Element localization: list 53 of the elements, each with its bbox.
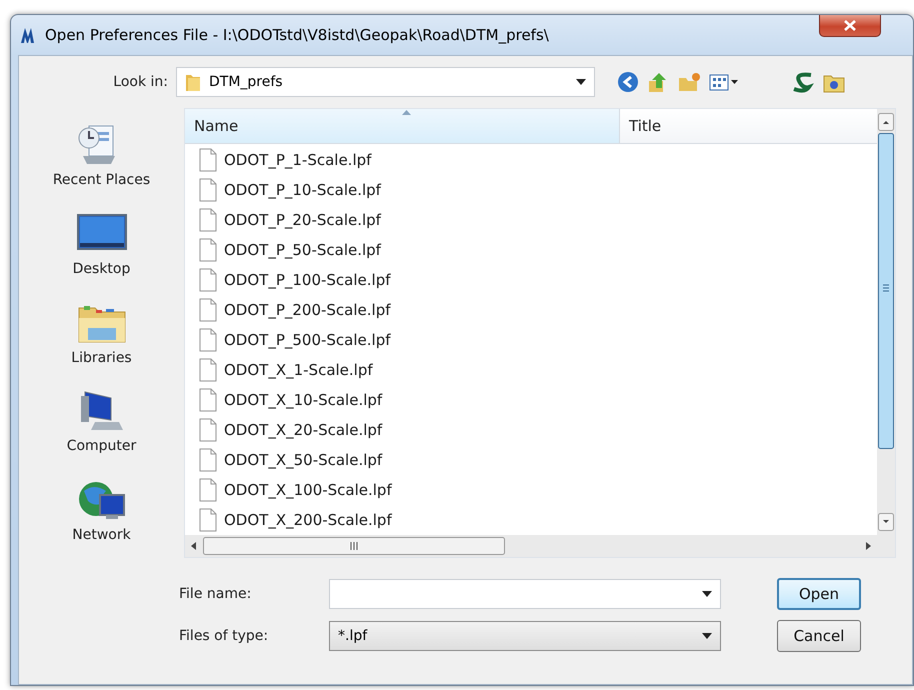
dialog-button[interactable]: Cancel (777, 620, 861, 652)
document-icon (199, 358, 217, 382)
sidebar-item[interactable]: Network (72, 469, 131, 558)
sidebar-item[interactable]: Desktop (72, 202, 130, 292)
caret-icon (702, 633, 712, 639)
scrollbar-thumb[interactable] (878, 133, 894, 449)
close-icon (844, 20, 856, 31)
dialog-button[interactable]: Open (777, 578, 861, 610)
file-item[interactable]: ODOT_X_20-Scale.lpf (185, 415, 605, 445)
look-in-label: Look in: (112, 74, 169, 90)
document-icon (199, 388, 217, 412)
file-item[interactable]: ODOT_P_500-Scale.lpf (185, 325, 605, 355)
document-icon (199, 478, 217, 502)
window-title: Open Preferences File - I:\ODOTstd\V8istd\Geopak\Road\DTM_prefs\ (45, 26, 549, 44)
document-icon (199, 418, 217, 442)
document-icon (199, 238, 217, 262)
file-item[interactable]: ODOT_P_10-Scale.lpf (185, 175, 605, 205)
scroll-down-icon[interactable] (878, 513, 894, 531)
file-item[interactable]: ODOT_X_100-Scale.lpf (185, 475, 605, 505)
file-item[interactable]: ODOT_P_100-Scale.lpf (185, 265, 605, 295)
document-icon (199, 178, 217, 202)
caret-icon (576, 79, 586, 85)
sidebar-item[interactable]: Recent Places (52, 114, 150, 203)
folder-icon (185, 72, 201, 92)
file-item[interactable]: ODOT_X_1-Scale.lpf (185, 355, 605, 385)
document-icon (199, 268, 217, 292)
document-icon (199, 328, 217, 352)
sidebar-item[interactable]: Libraries (71, 292, 132, 380)
caret-icon (702, 591, 712, 597)
file-item[interactable]: ODOT_X_200-Scale.lpf (185, 505, 605, 535)
file-type-dropdown[interactable]: *.lpf (329, 621, 721, 651)
sidebar-item[interactable]: Computer (66, 380, 136, 470)
file-item[interactable]: ODOT_P_20-Scale.lpf (185, 205, 605, 235)
scrollbar-thumb[interactable] (203, 537, 505, 555)
file-name-label: File name: (179, 586, 252, 602)
sort-arrow-icon (402, 110, 411, 115)
scroll-up-icon[interactable] (878, 113, 894, 131)
file-item[interactable]: ODOT_P_1-Scale.lpf (185, 145, 605, 175)
s-logo-icon[interactable] (791, 71, 815, 93)
file-item[interactable]: ODOT_X_10-Scale.lpf (185, 385, 605, 415)
file-type-label: Files of type: (179, 628, 270, 644)
document-icon (199, 208, 217, 232)
document-icon (199, 448, 217, 472)
document-icon (199, 508, 217, 532)
document-icon (199, 148, 217, 172)
look-in-dropdown[interactable]: DTM_prefs (176, 67, 595, 97)
column-header[interactable]: Name (185, 109, 620, 143)
document-icon (199, 298, 217, 322)
file-item[interactable]: ODOT_P_50-Scale.lpf (185, 235, 605, 265)
file-name-field[interactable] (329, 579, 721, 609)
close-button[interactable] (819, 15, 881, 37)
file-item[interactable]: ODOT_X_50-Scale.lpf (185, 445, 605, 475)
file-item[interactable]: ODOT_P_200-Scale.lpf (185, 295, 605, 325)
